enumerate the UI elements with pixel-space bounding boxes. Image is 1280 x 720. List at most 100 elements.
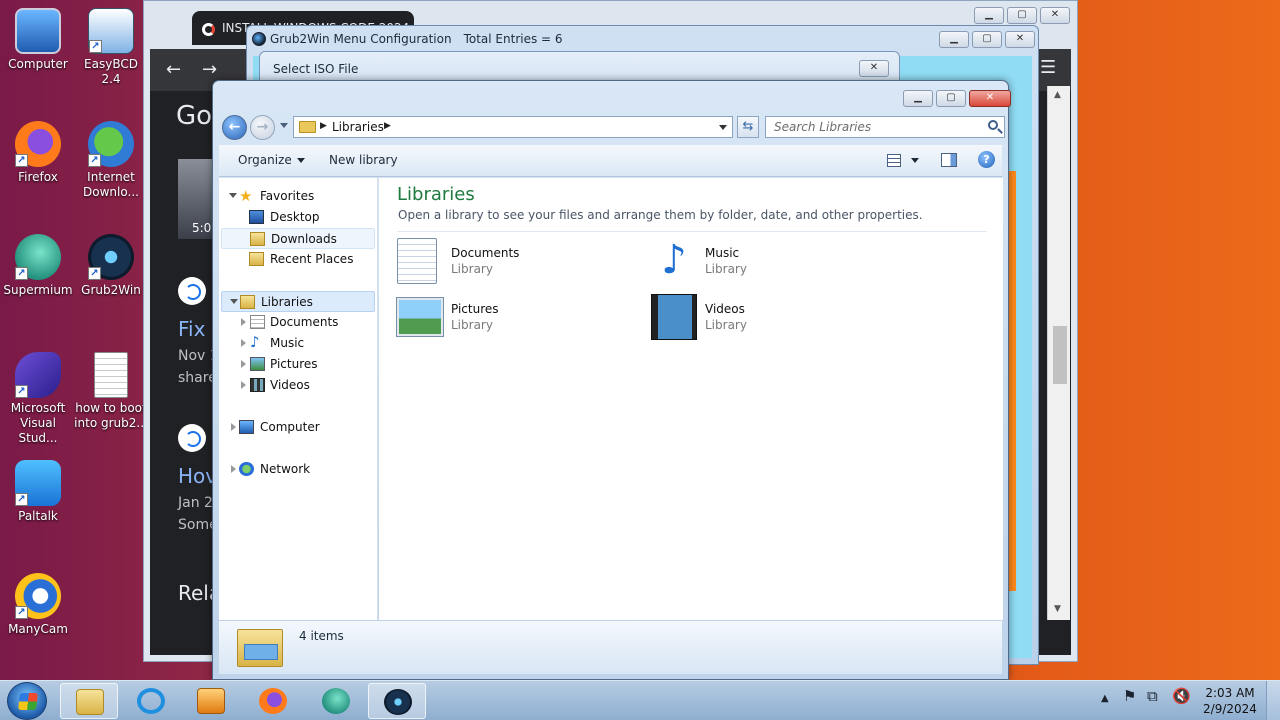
text-document-icon: [94, 352, 128, 398]
nav-desktop[interactable]: Desktop: [219, 207, 377, 228]
explorer-window[interactable]: ▁ ▢ ✕ ← → ▶ Libraries ▶ ⇆ Search Librari…: [212, 80, 1011, 680]
breadcrumb-separator-icon[interactable]: ▶: [320, 121, 327, 131]
breadcrumb-libraries[interactable]: Libraries: [332, 120, 384, 134]
minimize-button[interactable]: ▁: [903, 90, 933, 107]
scroll-down-arrow-icon[interactable]: ▼: [1054, 604, 1061, 614]
library-type: Library: [705, 318, 747, 332]
close-button[interactable]: ✕: [1040, 7, 1070, 24]
pictures-icon: [250, 357, 265, 371]
breadcrumb-separator-icon[interactable]: ▶: [384, 121, 391, 131]
music-icon: ♪: [250, 333, 260, 351]
nav-network[interactable]: Network: [219, 459, 377, 480]
grub2win-icon: ↗: [88, 234, 134, 280]
maximize-button[interactable]: ▢: [972, 31, 1002, 48]
address-dropdown-icon[interactable]: [719, 125, 727, 130]
expand-arrow-icon[interactable]: [229, 193, 237, 198]
shortcut-arrow-icon: ↗: [88, 267, 101, 280]
taskbar-firefox[interactable]: [244, 683, 302, 719]
desktop-icon-manycam[interactable]: ↗ ManyCam: [0, 573, 76, 637]
taskbar-supermium[interactable]: [307, 683, 365, 719]
show-hidden-icons-icon[interactable]: ▲: [1101, 693, 1109, 704]
nav-documents[interactable]: Documents: [219, 312, 377, 333]
preview-pane-icon[interactable]: [941, 153, 957, 167]
nav-favorites[interactable]: ★ Favorites: [219, 186, 377, 207]
nav-pictures[interactable]: Pictures: [219, 354, 377, 375]
minimize-button[interactable]: ▁: [939, 31, 969, 48]
media-player-icon: [197, 688, 225, 714]
search-input[interactable]: Search Libraries: [765, 116, 1005, 138]
taskbar-explorer[interactable]: [60, 683, 118, 719]
search-icon[interactable]: [988, 120, 998, 130]
action-center-flag-icon[interactable]: ⚑: [1123, 687, 1136, 705]
taskbar-media-player[interactable]: [182, 683, 240, 719]
close-button[interactable]: ✕: [969, 90, 1011, 107]
browser-scrollbar[interactable]: ▲ ▼: [1047, 86, 1070, 620]
desktop-icon-grub2win[interactable]: ↗ Grub2Win: [73, 234, 149, 298]
maximize-button[interactable]: ▢: [936, 90, 966, 107]
expand-arrow-icon[interactable]: [241, 381, 246, 389]
desktop-icon-computer[interactable]: Computer: [0, 8, 76, 72]
forward-arrow-icon[interactable]: →: [202, 59, 217, 80]
chevron-down-icon[interactable]: [911, 158, 919, 163]
start-button[interactable]: [7, 682, 47, 720]
address-bar[interactable]: ▶ Libraries ▶: [293, 116, 733, 138]
organize-button[interactable]: Organize: [238, 153, 305, 167]
library-documents[interactable]: Documents Library: [397, 238, 627, 288]
new-library-button[interactable]: New library: [329, 153, 398, 167]
forward-button[interactable]: →: [250, 115, 275, 140]
clock[interactable]: 2:03 AM 2/9/2024: [1203, 685, 1257, 717]
desktop-icon-easybcd[interactable]: ↗ EasyBCD 2.4: [73, 8, 149, 87]
library-pictures[interactable]: Pictures Library: [396, 294, 627, 344]
expand-arrow-icon[interactable]: [241, 360, 246, 368]
expand-arrow-icon[interactable]: [241, 339, 246, 347]
desktop-icon-idm[interactable]: ↗ Internet Downlo...: [73, 121, 149, 200]
close-button[interactable]: ✕: [859, 60, 889, 77]
desktop-icon-supermium[interactable]: ↗ Supermium: [0, 234, 76, 298]
scroll-thumb[interactable]: [1053, 326, 1067, 384]
nav-computer[interactable]: Computer: [219, 417, 377, 438]
library-name: Videos: [705, 302, 745, 316]
nav-recent-places[interactable]: Recent Places: [219, 249, 377, 270]
expand-arrow-icon[interactable]: [241, 318, 246, 326]
scroll-up-arrow-icon[interactable]: ▲: [1054, 90, 1061, 100]
desktop-icon-visual-studio[interactable]: ↗ Microsoft Visual Stud...: [0, 352, 76, 446]
close-button[interactable]: ✕: [1005, 31, 1035, 48]
videos-library-icon: [651, 294, 697, 340]
google-icon: [202, 23, 215, 36]
expand-arrow-icon[interactable]: [231, 423, 236, 431]
show-desktop-button[interactable]: [1266, 681, 1280, 720]
minimize-button[interactable]: ▁: [974, 7, 1004, 24]
back-arrow-icon[interactable]: ←: [166, 59, 181, 80]
library-music[interactable]: ♪ Music Library: [651, 238, 881, 288]
taskbar-grub2win[interactable]: [368, 683, 426, 719]
network-tray-icon[interactable]: ⧉: [1147, 687, 1158, 705]
status-bar: 4 items: [219, 620, 1002, 674]
change-view-icon[interactable]: [887, 154, 901, 167]
nav-videos[interactable]: Videos: [219, 375, 377, 396]
help-icon[interactable]: ?: [978, 151, 995, 168]
maximize-button[interactable]: ▢: [1007, 7, 1037, 24]
desktop-icon-label: Paltalk: [18, 509, 58, 523]
nav-label: Libraries: [261, 295, 313, 309]
nav-libraries[interactable]: Libraries: [221, 291, 375, 312]
firefox-icon: [259, 688, 287, 714]
nav-downloads[interactable]: Downloads: [221, 228, 375, 249]
menu-icon[interactable]: ☰: [1040, 57, 1056, 78]
taskbar-internet-explorer[interactable]: [122, 683, 180, 719]
result-title[interactable]: Fix: [178, 317, 205, 341]
refresh-button[interactable]: ⇆: [737, 116, 759, 138]
expand-arrow-icon[interactable]: [230, 299, 238, 304]
browser-window-controls: ▁ ▢ ✕: [974, 7, 1070, 24]
desktop-icon-label: Firefox: [18, 170, 58, 184]
expand-arrow-icon[interactable]: [231, 465, 236, 473]
desktop-icon-firefox[interactable]: ↗ Firefox: [0, 121, 76, 185]
recent-pages-dropdown[interactable]: [280, 123, 288, 128]
clock-date: 2/9/2024: [1203, 702, 1257, 716]
library-videos[interactable]: Videos Library: [651, 294, 881, 344]
volume-muted-icon[interactable]: 🔇: [1172, 687, 1191, 705]
recent-places-icon: [249, 252, 264, 266]
back-button[interactable]: ←: [222, 115, 247, 140]
desktop-icon-paltalk[interactable]: ↗ Paltalk: [0, 460, 76, 524]
nav-music[interactable]: ♪ Music: [219, 333, 377, 354]
desktop-icon-text-document[interactable]: how to boot into grub2...: [73, 352, 149, 431]
